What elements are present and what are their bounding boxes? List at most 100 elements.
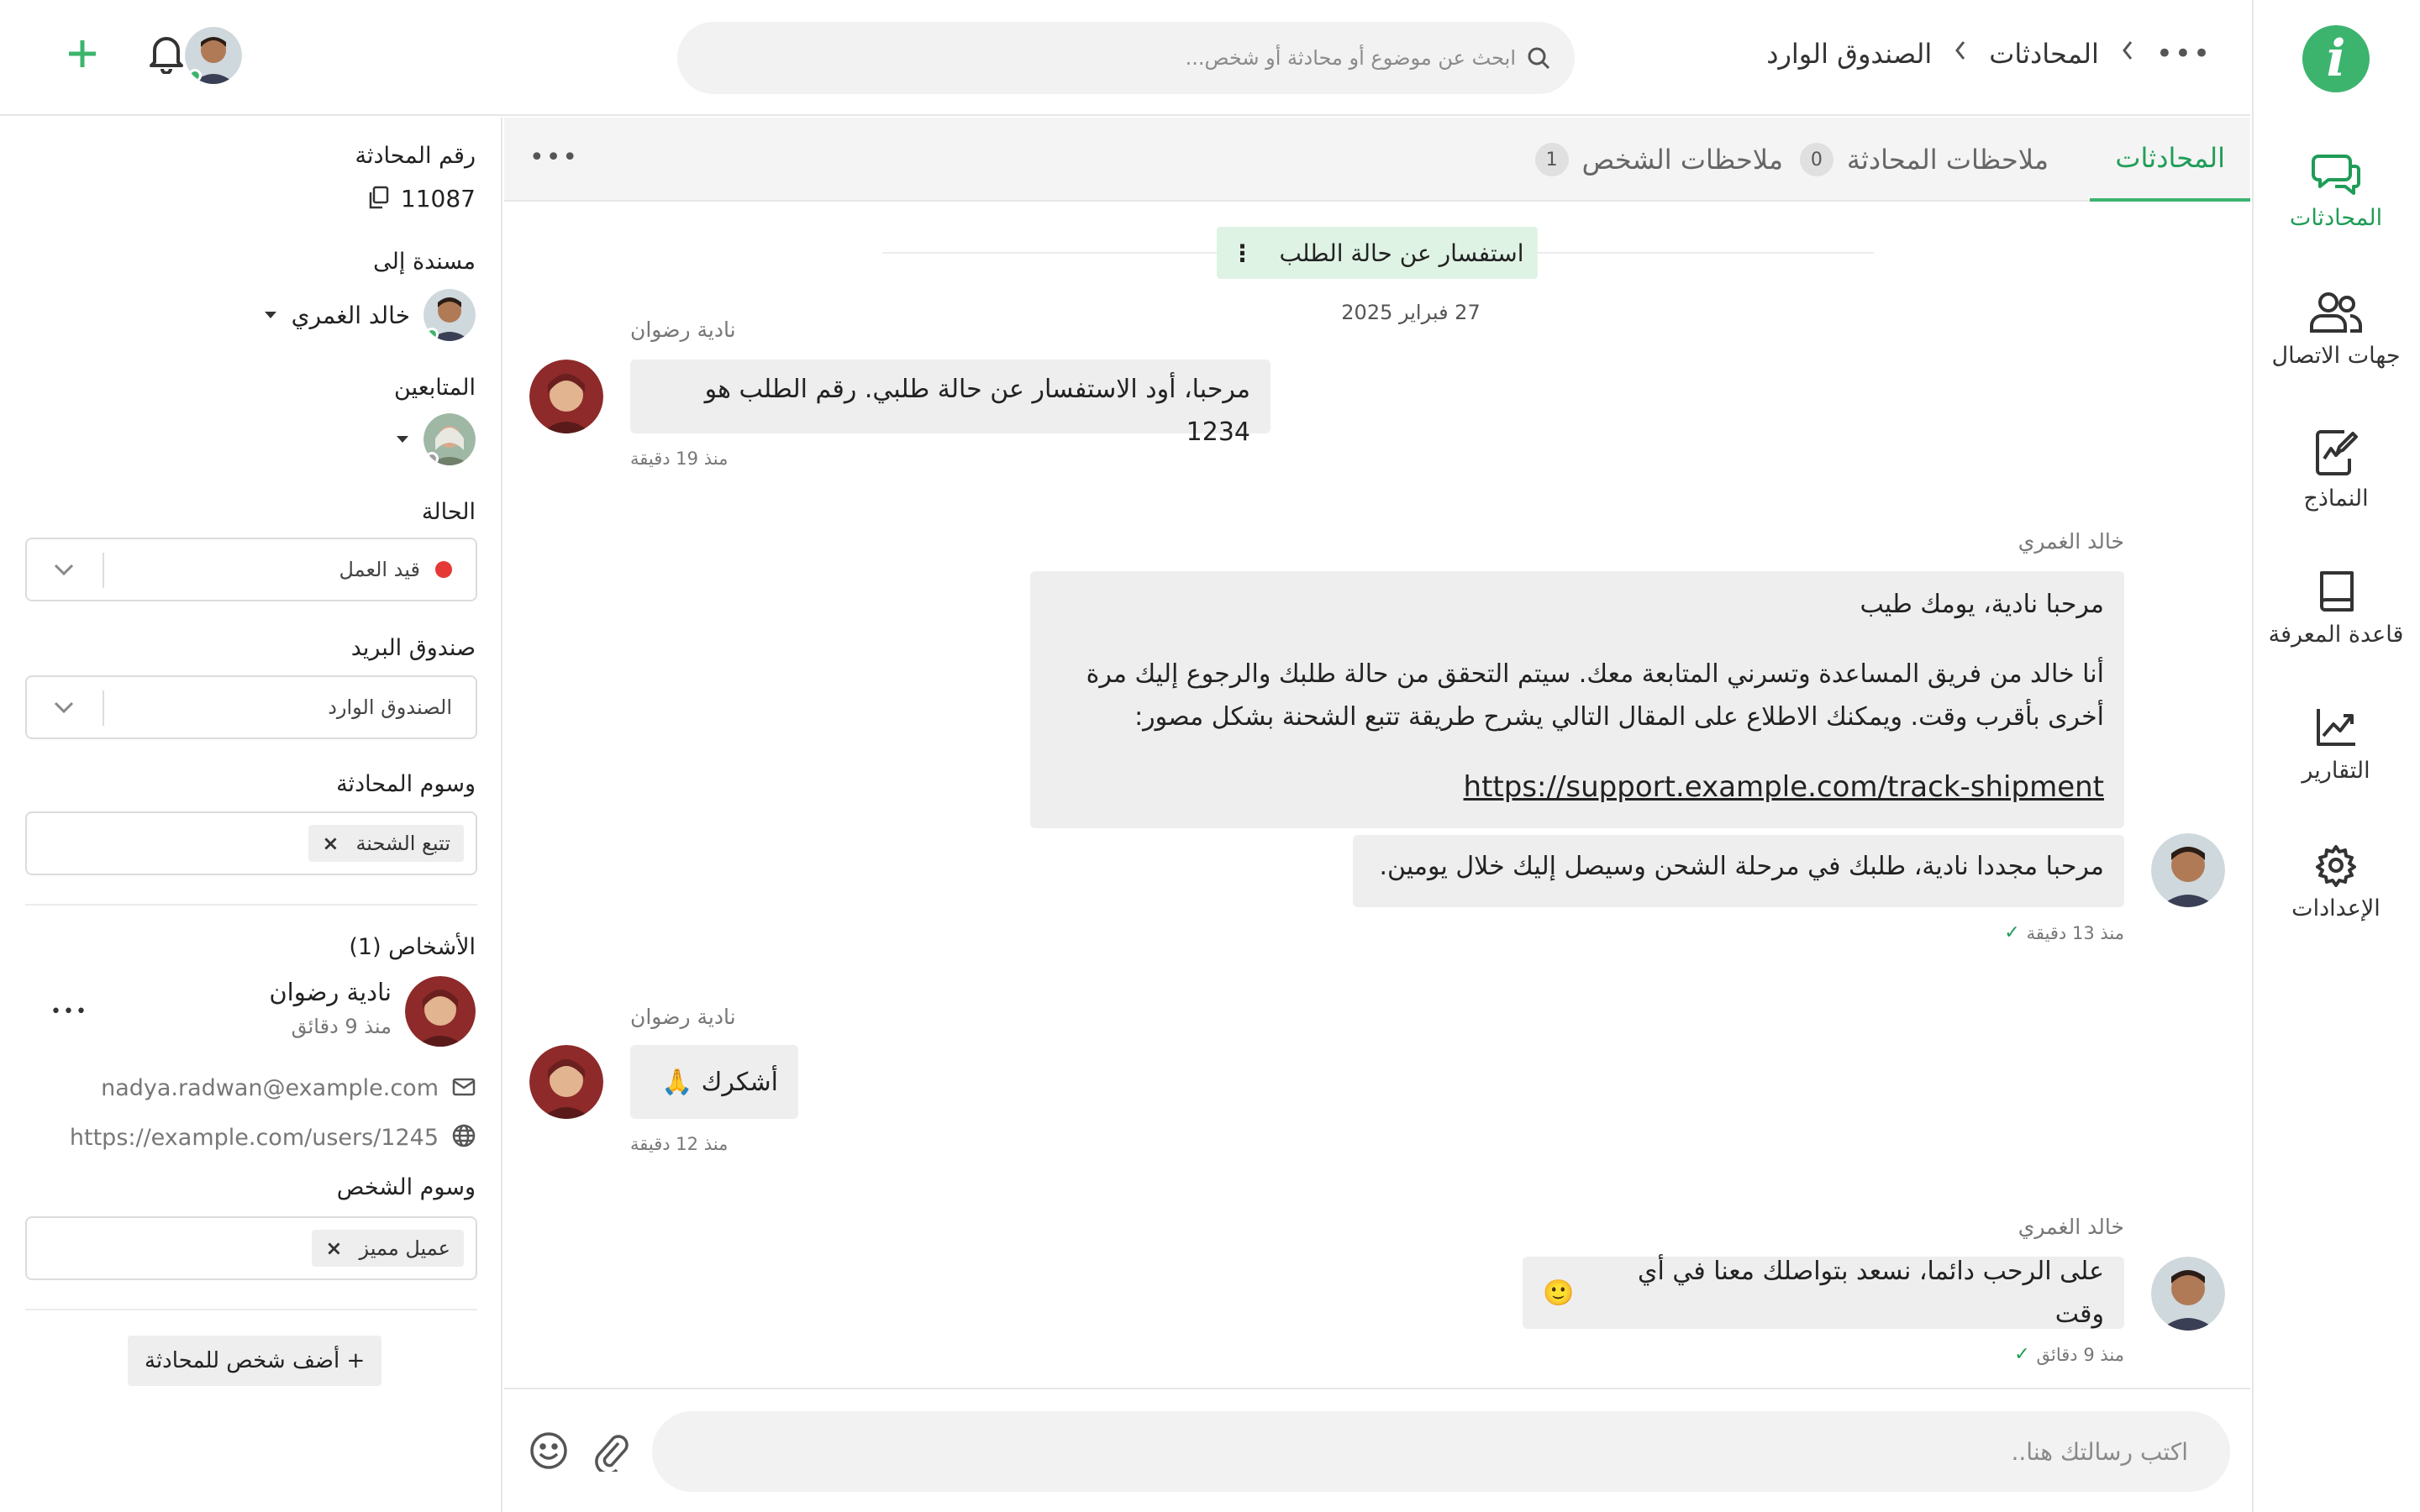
caret-down-icon	[263, 307, 278, 323]
nav-item-knowledge-base[interactable]: قاعدة المعرفة	[2252, 568, 2420, 648]
assignee-select[interactable]: خالد الغمري	[263, 289, 476, 341]
followers-select[interactable]	[395, 413, 476, 465]
conversation-tags-label: وسوم المحادثة	[336, 771, 476, 797]
nav-item-settings[interactable]: الإعدادات	[2252, 843, 2420, 921]
breadcrumb-inbox[interactable]: الصندوق الوارد	[1766, 38, 1932, 70]
remove-tag-icon[interactable]: ×	[325, 1236, 342, 1260]
more-options-icon[interactable]: •••	[529, 143, 579, 172]
templates-icon	[2316, 430, 2358, 475]
person-name[interactable]: نادية رضوان	[269, 978, 392, 1006]
remove-tag-icon[interactable]: ×	[322, 832, 339, 855]
bell-icon[interactable]	[148, 34, 185, 77]
attachment-icon[interactable]	[593, 1431, 630, 1475]
delivered-check-icon: ✓	[2014, 1344, 2030, 1365]
message-bubble: مرحبا، أود الاستفسار عن حالة طلبي. رقم ا…	[630, 360, 1270, 447]
breadcrumb-conversations[interactable]: المحادثات	[1989, 38, 2099, 70]
conversation-details-sidebar: رقم المحادثة 11087 مسندة إلى خالد الغمري…	[0, 118, 502, 1512]
assignee-name: خالد الغمري	[291, 301, 410, 329]
more-options-icon[interactable]: •••	[2156, 37, 2212, 71]
tab-conversation-notes[interactable]: ملاحظات المحادثة 0	[1775, 118, 2074, 202]
people-label: الأشخاص (1)	[349, 934, 476, 960]
divider	[1538, 252, 1874, 254]
message-bubble: مرحبا مجددا نادية، طلبك في مرحلة الشحن و…	[1353, 835, 2124, 907]
mailbox-value: الصندوق الوارد	[328, 696, 452, 719]
caret-down-icon	[395, 432, 410, 448]
online-status-dot	[188, 69, 202, 82]
message-text: مرحبا، أود الاستفسار عن حالة طلبي. رقم ا…	[704, 375, 1250, 447]
offline-status-dot	[425, 452, 439, 465]
conversation-tabs: المحادثات ملاحظات المحادثة 0 ملاحظات الش…	[504, 118, 2250, 202]
contacts-icon	[2310, 292, 2362, 333]
message-time: منذ 19 دقيقة	[630, 449, 729, 469]
message-input[interactable]: اكتب رسالتك هنا..	[652, 1411, 2230, 1492]
chevron-left-icon	[1954, 39, 1967, 69]
nav-item-conversations[interactable]: المحادثات	[2252, 151, 2420, 231]
mailbox-label: صندوق البريد	[350, 635, 476, 661]
nav-item-reports[interactable]: التقارير	[2252, 706, 2420, 784]
message-sender: نادية رضوان	[630, 318, 736, 342]
add-icon[interactable]	[66, 37, 99, 74]
copy-icon[interactable]	[367, 186, 389, 213]
search-placeholder: ابحث عن موضوع أو محادثة أو شخص...	[1185, 46, 1516, 70]
app-logo[interactable]: i	[2302, 25, 2370, 92]
user-avatar[interactable]	[185, 27, 242, 84]
book-icon	[2320, 571, 2354, 612]
tab-conversations[interactable]: المحادثات	[2090, 118, 2250, 202]
tab-person-notes[interactable]: ملاحظات الشخص 1	[1510, 118, 1808, 202]
more-options-icon[interactable]: •••	[50, 1001, 88, 1022]
conversation-id-label: رقم المحادثة	[355, 143, 476, 169]
status-dot-icon	[435, 561, 452, 578]
search-icon	[1528, 47, 1550, 70]
person-tags-label: وسوم الشخص	[336, 1174, 476, 1200]
person-url[interactable]: https://example.com/users/1245	[70, 1125, 439, 1151]
customer-avatar	[529, 1045, 603, 1119]
nav-rail: i المحادثات جهات الاتصال النماذج قاعدة ا…	[2252, 0, 2420, 1512]
customer-avatar	[529, 360, 603, 433]
person-tags-input[interactable]: عميل مميز ×	[25, 1216, 477, 1280]
select-divider	[103, 553, 104, 588]
person-email[interactable]: nadya.radwan@example.com	[101, 1075, 439, 1101]
follower-avatar	[424, 413, 476, 465]
person-avatar	[405, 976, 476, 1047]
tab-label: المحادثات	[2115, 142, 2225, 174]
kebab-menu-icon[interactable]: ⋮	[1230, 239, 1254, 267]
tab-label: ملاحظات الشخص	[1581, 144, 1783, 176]
folded-hands-emoji: 🙏	[661, 1067, 693, 1097]
shipment-tracking-link[interactable]: https://support.example.com/track-shipme…	[1464, 770, 2104, 804]
assignee-label: مسندة إلى	[373, 249, 476, 275]
add-person-button[interactable]: + أضف شخص للمحادثة	[128, 1336, 382, 1386]
nav-label: المحادثات	[2289, 205, 2383, 231]
divider	[25, 1309, 477, 1310]
message-sender: خالد الغمري	[2018, 1215, 2124, 1239]
message-text: مرحبا مجددا نادية، طلبك في مرحلة الشحن و…	[1379, 852, 2105, 881]
agent-avatar	[2151, 1257, 2225, 1331]
mailbox-select[interactable]: الصندوق الوارد	[25, 675, 477, 739]
message-time: منذ 9 دقائق ✓	[2014, 1344, 2124, 1365]
nav-label: النماذج	[2303, 486, 2369, 512]
date-separator: 27 فبراير 2025	[1341, 301, 1481, 324]
message-text: أشكرك	[701, 1067, 778, 1097]
divider	[25, 904, 477, 906]
nav-label: قاعدة المعرفة	[2268, 622, 2404, 648]
nav-item-contacts[interactable]: جهات الاتصال	[2252, 291, 2420, 369]
emoji-picker-icon[interactable]	[529, 1431, 568, 1475]
chevron-down-icon	[52, 558, 76, 585]
select-divider	[103, 690, 104, 726]
tab-label: ملاحظات المحادثة	[1846, 144, 2049, 176]
delivered-check-icon: ✓	[2004, 922, 2020, 943]
message-time: منذ 13 دقيقة ✓	[2004, 922, 2124, 943]
status-select[interactable]: قيد العمل	[25, 538, 477, 601]
globe-icon	[452, 1124, 476, 1151]
nav-item-templates[interactable]: النماذج	[2252, 428, 2420, 512]
chevron-down-icon	[52, 696, 76, 722]
conversation-tags-input[interactable]: تتبع الشحنة ×	[25, 811, 477, 875]
message-text: على الرحب دائما، نسعد بتواصلك معنا في أي…	[1638, 1257, 2104, 1329]
person-url-row: https://example.com/users/1245	[70, 1124, 476, 1151]
conversation-subject[interactable]: استفسار عن حالة الطلب ⋮	[1217, 227, 1538, 279]
status-value: قيد العمل	[339, 558, 452, 581]
search-bar[interactable]: ابحث عن موضوع أو محادثة أو شخص...	[677, 22, 1575, 94]
reports-chart-icon	[2317, 709, 2355, 746]
message-time: منذ 12 دقيقة	[630, 1134, 729, 1154]
smile-emoji: 🙂	[1543, 1278, 1575, 1308]
chat-bubbles-icon	[2312, 155, 2360, 195]
